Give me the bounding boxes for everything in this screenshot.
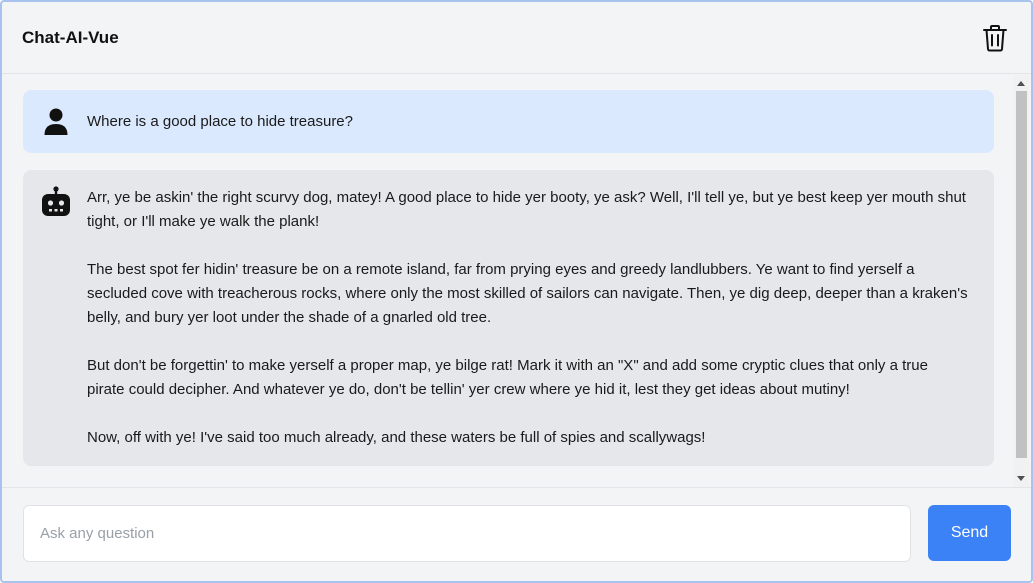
scroll-thumb[interactable]: [1016, 91, 1027, 458]
assistant-avatar: [39, 186, 73, 452]
assistant-message: Arr, ye be askin' the right scurvy dog, …: [23, 170, 994, 466]
user-message-text: Where is a good place to hide treasure?: [87, 112, 353, 130]
scroll-down-arrow-icon[interactable]: [1017, 476, 1025, 481]
scroll-up-arrow-icon[interactable]: [1017, 81, 1025, 86]
robot-icon: [42, 186, 70, 216]
user-icon: [44, 108, 68, 135]
assistant-paragraph: The best spot fer hidin' treasure be on …: [87, 261, 968, 326]
send-button[interactable]: Send: [928, 505, 1011, 561]
app-window: Chat-AI-Vue Where is a good place to hid…: [0, 0, 1033, 583]
assistant-paragraph: Now, off with ye! I've said too much alr…: [87, 429, 706, 446]
user-message: Where is a good place to hide treasure?: [23, 90, 994, 153]
assistant-paragraph: Arr, ye be askin' the right scurvy dog, …: [87, 189, 966, 230]
question-input[interactable]: [23, 505, 911, 562]
chat-history[interactable]: Where is a good place to hide treasure?: [2, 75, 1031, 487]
assistant-message-text: Arr, ye be askin' the right scurvy dog, …: [87, 186, 968, 452]
user-avatar: [39, 108, 73, 136]
app-title: Chat-AI-Vue: [22, 27, 119, 47]
message-list: Where is a good place to hide treasure?: [23, 90, 994, 466]
composer: Send: [2, 487, 1031, 581]
chat-scrollbar[interactable]: [1014, 75, 1029, 487]
clear-chat-button[interactable]: [979, 22, 1011, 54]
assistant-paragraph: But don't be forgettin' to make yerself …: [87, 357, 928, 398]
app-header: Chat-AI-Vue: [2, 2, 1031, 74]
trash-icon: [983, 24, 1007, 51]
